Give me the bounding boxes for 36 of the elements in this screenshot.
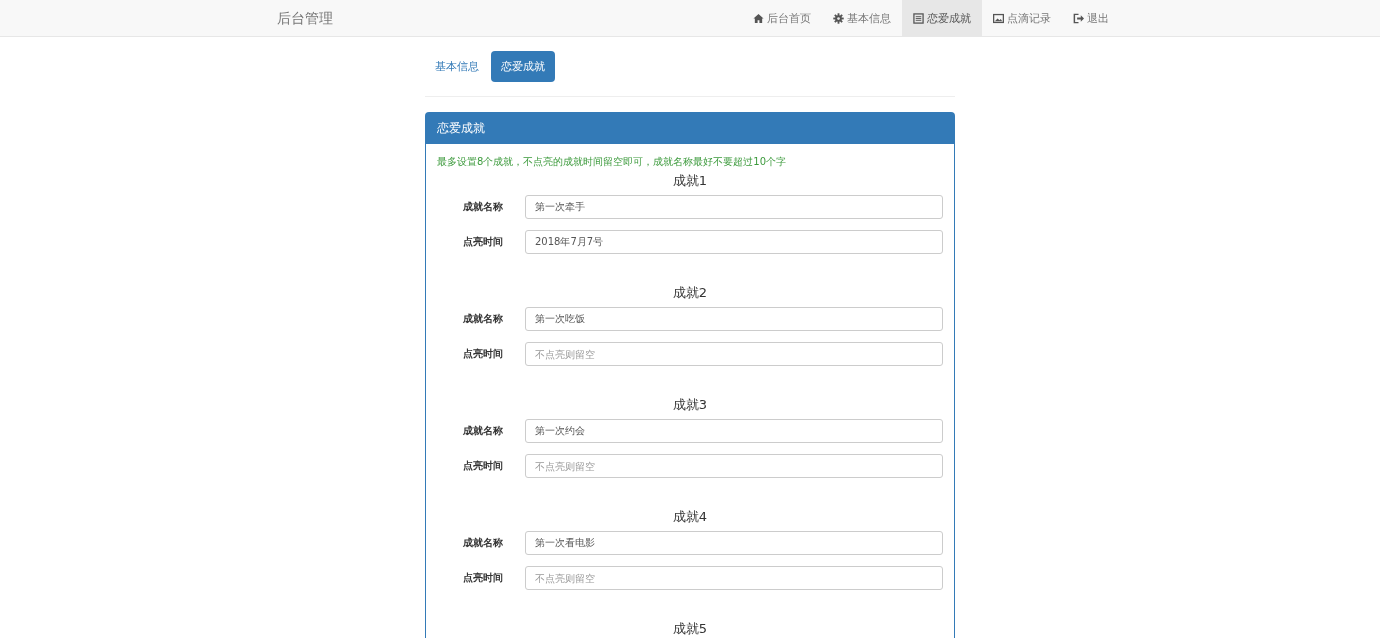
field-label: 点亮时间 (462, 459, 503, 473)
panel-title: 恋爱成就 (426, 113, 954, 144)
nav-link[interactable]: 基本信息 (822, 0, 902, 36)
input-field[interactable]: 不点亮则留空 (525, 454, 943, 478)
nav-link[interactable]: 后台首页 (742, 0, 822, 36)
input-field[interactable]: 第一次看电影 (525, 531, 943, 555)
nav-link[interactable]: 恋爱成就 (902, 0, 982, 36)
settings-icon (833, 12, 844, 24)
input-field[interactable]: 不点亮则留空 (525, 566, 943, 590)
home-icon (753, 12, 764, 24)
input-field[interactable]: 第一次吃饭 (525, 307, 943, 331)
input-field[interactable]: 不点亮则留空 (525, 342, 943, 366)
field-label: 成就名称 (462, 312, 503, 326)
tab[interactable]: 基本信息 (425, 51, 489, 82)
field-label: 成就名称 (462, 200, 503, 214)
field-label: 成就名称 (462, 536, 503, 550)
tab[interactable]: 恋爱成就 (491, 51, 555, 82)
input-field[interactable]: 2018年7月7号 (525, 230, 943, 254)
input-field[interactable]: 第一次约会 (525, 419, 943, 443)
brand-title: 后台管理 (276, 9, 334, 28)
field-label: 点亮时间 (462, 347, 503, 361)
achievement-title: 成就2 (671, 284, 709, 302)
picture-icon (993, 12, 1004, 24)
nav-link[interactable]: 点滴记录 (982, 0, 1062, 36)
nav-link[interactable]: 退出 (1062, 0, 1120, 36)
field-label: 点亮时间 (462, 571, 503, 585)
list-icon (913, 12, 924, 24)
achievement-title: 成就4 (671, 508, 709, 526)
achievement-title: 成就3 (671, 396, 709, 414)
achievement-title: 成就1 (671, 172, 709, 190)
achievement-title: 成就5 (671, 620, 709, 638)
field-label: 点亮时间 (462, 235, 503, 249)
logout-icon (1073, 12, 1084, 24)
hint-text: 最多设置8个成就，不点亮的成就时间留空即可，成就名称最好不要超过10个字 (437, 155, 788, 169)
field-label: 成就名称 (462, 424, 503, 438)
input-field[interactable]: 第一次牵手 (525, 195, 943, 219)
